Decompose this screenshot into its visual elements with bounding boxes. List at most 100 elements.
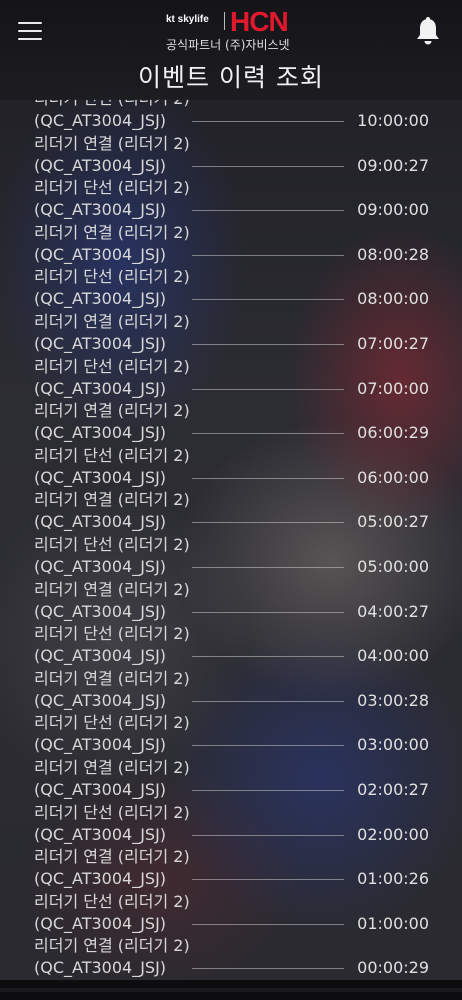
event-time: 03:00:00 — [357, 735, 429, 755]
event-time: 04:00:00 — [357, 646, 429, 666]
event-time: 08:00:28 — [357, 244, 429, 264]
event-row: 리더기 연결 (리더기 2) (QC_AT3004_JSJ) 05:00:27 — [0, 488, 462, 533]
event-device-id: (QC_AT3004_JSJ) — [34, 378, 167, 398]
event-device-id: (QC_AT3004_JSJ) — [34, 200, 167, 220]
event-time: 07:00:00 — [357, 378, 429, 398]
event-time: 06:00:00 — [357, 467, 429, 487]
event-row: 리더기 연결 (리더기 2) (QC_AT3004_JSJ) 06:00:29 — [0, 399, 462, 444]
app-header: kt skylife HCN 공식파트너 (주)자비스넷 이벤트 이력 조회 — [0, 0, 462, 100]
event-time: 02:00:27 — [357, 779, 429, 799]
event-label: 리더기 연결 (리더기 2) — [34, 847, 190, 867]
event-row: 리더기 단선 (리더기 2) (QC_AT3004_JSJ) 06:00:00 — [0, 444, 462, 489]
system-navigation-bar — [0, 980, 462, 1000]
row-divider-line — [192, 299, 344, 301]
page-title: 이벤트 이력 조회 — [138, 63, 324, 92]
event-device-id: (QC_AT3004_JSJ) — [34, 423, 167, 443]
row-divider-line — [192, 433, 344, 435]
event-device-id: (QC_AT3004_JSJ) — [34, 111, 167, 130]
event-row: 리더기 연결 (리더기 2) (QC_AT3004_JSJ) 09:00:27 — [0, 132, 462, 177]
event-device-id: (QC_AT3004_JSJ) — [34, 824, 167, 844]
event-device-id: (QC_AT3004_JSJ) — [34, 244, 167, 264]
hamburger-menu-icon[interactable] — [18, 20, 42, 42]
event-label: 리더기 단선 (리더기 2) — [34, 178, 190, 198]
row-divider-line — [192, 745, 344, 747]
event-label: 리더기 단선 (리더기 2) — [34, 713, 190, 733]
event-label: 리더기 연결 (리더기 2) — [34, 668, 190, 688]
event-device-id: (QC_AT3004_JSJ) — [34, 601, 167, 621]
event-row: 리더기 연결 (리더기 2) (QC_AT3004_JSJ) 08:00:28 — [0, 221, 462, 266]
event-time: 01:00:00 — [357, 913, 429, 933]
event-time: 04:00:27 — [357, 601, 429, 621]
event-device-id: (QC_AT3004_JSJ) — [34, 735, 167, 755]
event-row: 리더기 단선 (리더기 2) (QC_AT3004_JSJ) 10:00:00 — [0, 99, 462, 132]
event-row: 리더기 단선 (리더기 2) (QC_AT3004_JSJ) 03:00:00 — [0, 711, 462, 756]
row-divider-line — [192, 923, 344, 925]
event-time: 03:00:28 — [357, 690, 429, 710]
event-label: 리더기 단선 (리더기 2) — [34, 267, 190, 287]
event-label: 리더기 연결 (리더기 2) — [34, 133, 190, 153]
event-time: 09:00:27 — [357, 155, 429, 175]
event-row: 리더기 연결 (리더기 2) (QC_AT3004_JSJ) 03:00:28 — [0, 667, 462, 712]
row-divider-line — [192, 121, 344, 122]
event-label: 리더기 연결 (리더기 2) — [34, 936, 190, 956]
event-label: 리더기 연결 (리더기 2) — [34, 490, 190, 510]
event-label: 리더기 연결 (리더기 2) — [34, 579, 190, 599]
event-time: 09:00:00 — [357, 200, 429, 220]
event-device-id: (QC_AT3004_JSJ) — [34, 289, 167, 309]
event-time: 06:00:29 — [357, 423, 429, 443]
event-label: 리더기 단선 (리더기 2) — [34, 534, 190, 554]
event-label: 리더기 단선 (리더기 2) — [34, 356, 190, 376]
event-row: 리더기 단선 (리더기 2) (QC_AT3004_JSJ) 02:00:00 — [0, 801, 462, 846]
row-divider-line — [192, 388, 344, 390]
event-row: 리더기 단선 (리더기 2) (QC_AT3004_JSJ) 07:00:00 — [0, 355, 462, 400]
event-label: 리더기 단선 (리더기 2) — [34, 445, 190, 465]
event-device-id: (QC_AT3004_JSJ) — [34, 467, 167, 487]
event-row: 리더기 단선 (리더기 2) (QC_AT3004_JSJ) 05:00:00 — [0, 533, 462, 578]
row-divider-line — [192, 611, 344, 613]
event-label: 리더기 연결 (리더기 2) — [34, 222, 190, 242]
row-divider-line — [192, 343, 344, 345]
event-time: 05:00:00 — [357, 556, 429, 576]
event-device-id: (QC_AT3004_JSJ) — [34, 512, 167, 532]
event-label: 리더기 연결 (리더기 2) — [34, 757, 190, 777]
row-divider-line — [192, 254, 344, 256]
event-time: 08:00:00 — [357, 289, 429, 309]
event-label: 리더기 단선 (리더기 2) — [34, 891, 190, 911]
event-row: 리더기 연결 (리더기 2) (QC_AT3004_JSJ) 07:00:27 — [0, 310, 462, 355]
event-row: 리더기 연결 (리더기 2) (QC_AT3004_JSJ) 00:00:29 — [0, 934, 462, 979]
event-label: 리더기 연결 (리더기 2) — [34, 311, 190, 331]
event-time: 10:00:00 — [357, 111, 429, 130]
event-device-id: (QC_AT3004_JSJ) — [34, 913, 167, 933]
hcn-logo-text: HCN — [230, 6, 289, 37]
event-row: 리더기 단선 (리더기 2) (QC_AT3004_JSJ) 01:00:00 — [0, 890, 462, 935]
event-row: 리더기 연결 (리더기 2) (QC_AT3004_JSJ) 02:00:27 — [0, 756, 462, 801]
event-time: 00:00:29 — [357, 958, 429, 978]
event-device-id: (QC_AT3004_JSJ) — [34, 958, 167, 978]
event-history-list[interactable]: 리더기 단선 (리더기 2)(QC_AT3004_JSJ)10:00:00리더기… — [0, 99, 462, 980]
event-label: 리더기 연결 (리더기 2) — [34, 401, 190, 421]
row-divider-line — [192, 477, 344, 479]
event-device-id: (QC_AT3004_JSJ) — [34, 869, 167, 889]
logo-divider — [224, 12, 225, 30]
event-row: 리더기 연결 (리더기 2) (QC_AT3004_JSJ) 04:00:27 — [0, 578, 462, 623]
event-label: 리더기 단선 (리더기 2) — [34, 802, 190, 822]
row-divider-line — [192, 789, 344, 791]
event-row: 리더기 단선 (리더기 2) (QC_AT3004_JSJ) 09:00:00 — [0, 176, 462, 221]
row-divider-line — [192, 656, 344, 658]
row-divider-line — [192, 165, 344, 167]
row-divider-line — [192, 968, 344, 970]
row-divider-line — [192, 700, 344, 702]
row-divider-line — [192, 879, 344, 881]
event-device-id: (QC_AT3004_JSJ) — [34, 646, 167, 666]
event-device-id: (QC_AT3004_JSJ) — [34, 690, 167, 710]
event-time: 02:00:00 — [357, 824, 429, 844]
event-label: 리더기 단선 (리더기 2) — [34, 624, 190, 644]
bell-icon[interactable] — [414, 16, 442, 46]
event-time: 01:00:26 — [357, 869, 429, 889]
event-device-id: (QC_AT3004_JSJ) — [34, 556, 167, 576]
event-row: 리더기 단선 (리더기 2) (QC_AT3004_JSJ) 04:00:00 — [0, 622, 462, 667]
partner-text: 공식파트너 (주)자비스넷 — [166, 38, 290, 52]
row-divider-line — [192, 566, 344, 568]
kt-skylife-logo-text: kt skylife — [166, 14, 209, 25]
event-device-id: (QC_AT3004_JSJ) — [34, 333, 167, 353]
